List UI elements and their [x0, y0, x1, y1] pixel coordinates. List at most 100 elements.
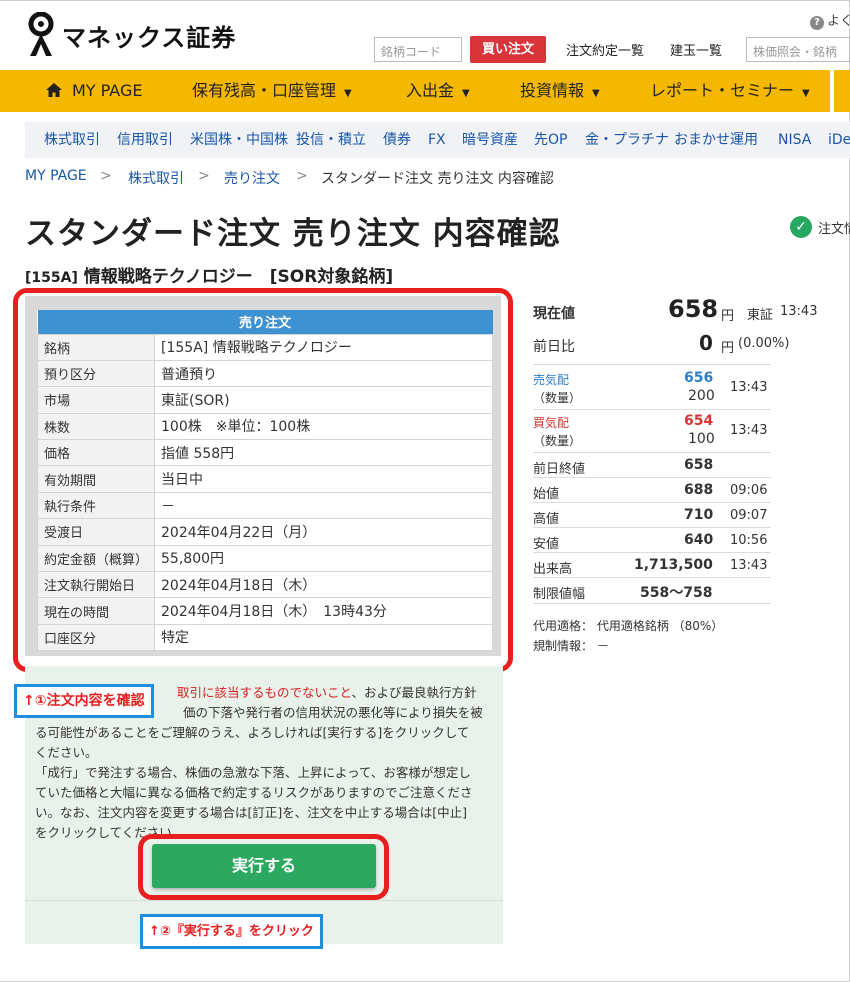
current-time: 13:43: [780, 304, 818, 319]
change-unit: 円: [721, 341, 735, 356]
ask-time: 13:43: [730, 380, 768, 395]
divider: [533, 477, 771, 478]
order-history-link[interactable]: 注文約定一覧: [566, 40, 644, 59]
subnav-funds[interactable]: 投信・積立: [296, 122, 366, 158]
subnav-futures-options[interactable]: 先OP: [534, 122, 567, 158]
ask-price: 656: [684, 370, 714, 386]
divider: [533, 552, 771, 553]
subnav-bonds[interactable]: 債券: [383, 122, 411, 158]
caret-down-icon: ▼: [592, 88, 600, 99]
current-price-unit: 円: [721, 309, 735, 324]
current-price-label: 現在値: [533, 306, 575, 322]
divider: [25, 900, 503, 901]
nav-deposit-label: 入出金: [406, 81, 455, 100]
order-status-chip: ✓ 注文情: [790, 216, 850, 238]
stat-value: 1,713,500: [634, 557, 713, 573]
notice-line: る可能性があることをご理解のうえ、よろしければ[実行する]をクリックして: [35, 725, 470, 740]
caret-down-icon: ▼: [462, 88, 470, 99]
nav-deposit[interactable]: 入出金 ▼: [406, 70, 470, 112]
positions-link[interactable]: 建玉一覧: [670, 40, 722, 59]
nav-reports[interactable]: レポート・セミナー ▼: [650, 70, 810, 112]
subnav-margin[interactable]: 信用取引: [117, 122, 173, 158]
monex-logo-icon: [28, 12, 54, 56]
stat-value: 658: [684, 457, 714, 473]
divider: [533, 527, 771, 528]
subnav-ideco[interactable]: iDe: [828, 122, 850, 158]
stat-time: 10:56: [730, 533, 768, 548]
stat-label: 出来高: [533, 562, 573, 577]
stat-time: 09:06: [730, 483, 768, 498]
notice-line: 「成行」で発注する場合、株価の急激な下落、上昇によって、お客様が想定し: [35, 765, 471, 780]
caret-down-icon: ▼: [344, 88, 352, 99]
notice-line: ください。: [35, 745, 98, 760]
sub-nav: 株式取引 信用取引 米国株・中国株 投信・積立 債券 FX 暗号資産 先OP 金…: [25, 122, 850, 158]
stat-label: 始値: [533, 487, 560, 502]
bid-label: 買気配: [533, 416, 570, 430]
change-percent: (0.00%): [738, 336, 790, 351]
main-nav: MY PAGE 保有残高・口座管理 ▼ 入出金 ▼ 投資情報 ▼ レポート・セミナー ▼: [0, 70, 850, 112]
nav-investment-info-label: 投資情報: [520, 81, 585, 100]
stat-label: 高値: [533, 512, 560, 527]
stock-title: [155A] 情報戦略テクノロジー [SOR対象銘柄]: [25, 262, 393, 287]
stat-value: 640: [684, 532, 714, 548]
subnav-crypto[interactable]: 暗号資産: [462, 122, 518, 158]
help-label: よく: [827, 14, 850, 29]
breadcrumb-sell-order[interactable]: 売り注文: [224, 168, 280, 188]
status-chip-label: 注文情: [818, 221, 850, 237]
home-icon: [46, 83, 62, 97]
change-value: 0: [699, 331, 713, 355]
stat-time: 13:43: [730, 558, 768, 573]
collateral-info: 代用適格： 代用適格銘柄 （80%）: [533, 619, 724, 633]
subnav-nisa[interactable]: NISA: [778, 122, 811, 158]
stock-search-input[interactable]: 株価照会・銘柄: [746, 37, 850, 62]
stat-value: 710: [684, 507, 714, 523]
stock-code: [155A]: [25, 270, 78, 286]
buy-order-button[interactable]: 買い注文: [470, 36, 546, 63]
nav-investment-info[interactable]: 投資情報 ▼: [520, 70, 600, 112]
current-price: 658: [668, 295, 719, 323]
subnav-fx[interactable]: FX: [428, 122, 446, 158]
bid-time: 13:43: [730, 423, 768, 438]
callout-confirm: ↑①注文内容を確認: [14, 684, 154, 718]
stock-code-input[interactable]: 銘柄コード: [374, 37, 462, 62]
regulation-info: 規制情報： －: [533, 639, 609, 653]
subnav-stock[interactable]: 株式取引: [44, 122, 100, 158]
breadcrumb-current: スタンダード注文 売り注文 内容確認: [321, 171, 554, 187]
bid-qty: 100: [688, 431, 715, 447]
divider: [533, 364, 771, 365]
ask-qty-label: （数量）: [533, 391, 582, 405]
nav-mypage[interactable]: MY PAGE: [46, 70, 142, 112]
help-icon: ?: [810, 16, 824, 30]
subnav-us-china[interactable]: 米国株・中国株: [190, 122, 288, 158]
ask-qty: 200: [688, 388, 715, 404]
nav-divider: [830, 70, 850, 112]
notice-line: 価の下落や発行者の信用状況の悪化等により損失を被: [183, 705, 483, 720]
stat-label: 安値: [533, 537, 560, 552]
stat-value: 688: [684, 482, 714, 498]
brand-logo[interactable]: マネックス証券: [24, 10, 236, 60]
nav-holdings[interactable]: 保有残高・口座管理 ▼: [192, 70, 352, 112]
bid-price: 654: [684, 413, 714, 429]
change-label: 前日比: [533, 339, 575, 355]
breadcrumb-mypage[interactable]: MY PAGE: [25, 168, 87, 184]
nav-mypage-label: MY PAGE: [72, 81, 143, 100]
divider: [533, 452, 771, 453]
subnav-robo[interactable]: おまかせ運用: [674, 122, 758, 158]
stat-value: 558〜758: [640, 585, 713, 601]
help-link[interactable]: ? よく: [810, 10, 850, 30]
nav-holdings-label: 保有残高・口座管理: [192, 81, 337, 100]
highlight-order-box: [13, 288, 513, 672]
divider: [533, 577, 771, 578]
divider: [533, 603, 771, 604]
market-name: 東証: [747, 308, 774, 323]
bid-qty-label: （数量）: [533, 434, 582, 448]
notice-text: 、および最良執行方針: [351, 685, 477, 700]
breadcrumb-separator: >: [100, 168, 112, 184]
breadcrumb-stock[interactable]: 株式取引: [128, 168, 184, 188]
breadcrumb-separator: >: [296, 168, 308, 184]
notice-line: い。なお、注文内容を変更する場合は[訂正]を、注文を中止する場合は[中止]: [35, 805, 468, 820]
notice-line: ていた価格と大幅に異なる価格で約定するリスクがありますのでご注意くださ: [35, 785, 473, 800]
subnav-gold-platinum[interactable]: 金・プラチナ: [585, 122, 669, 158]
check-icon: ✓: [790, 216, 812, 238]
stat-label: 前日終値: [533, 462, 586, 477]
